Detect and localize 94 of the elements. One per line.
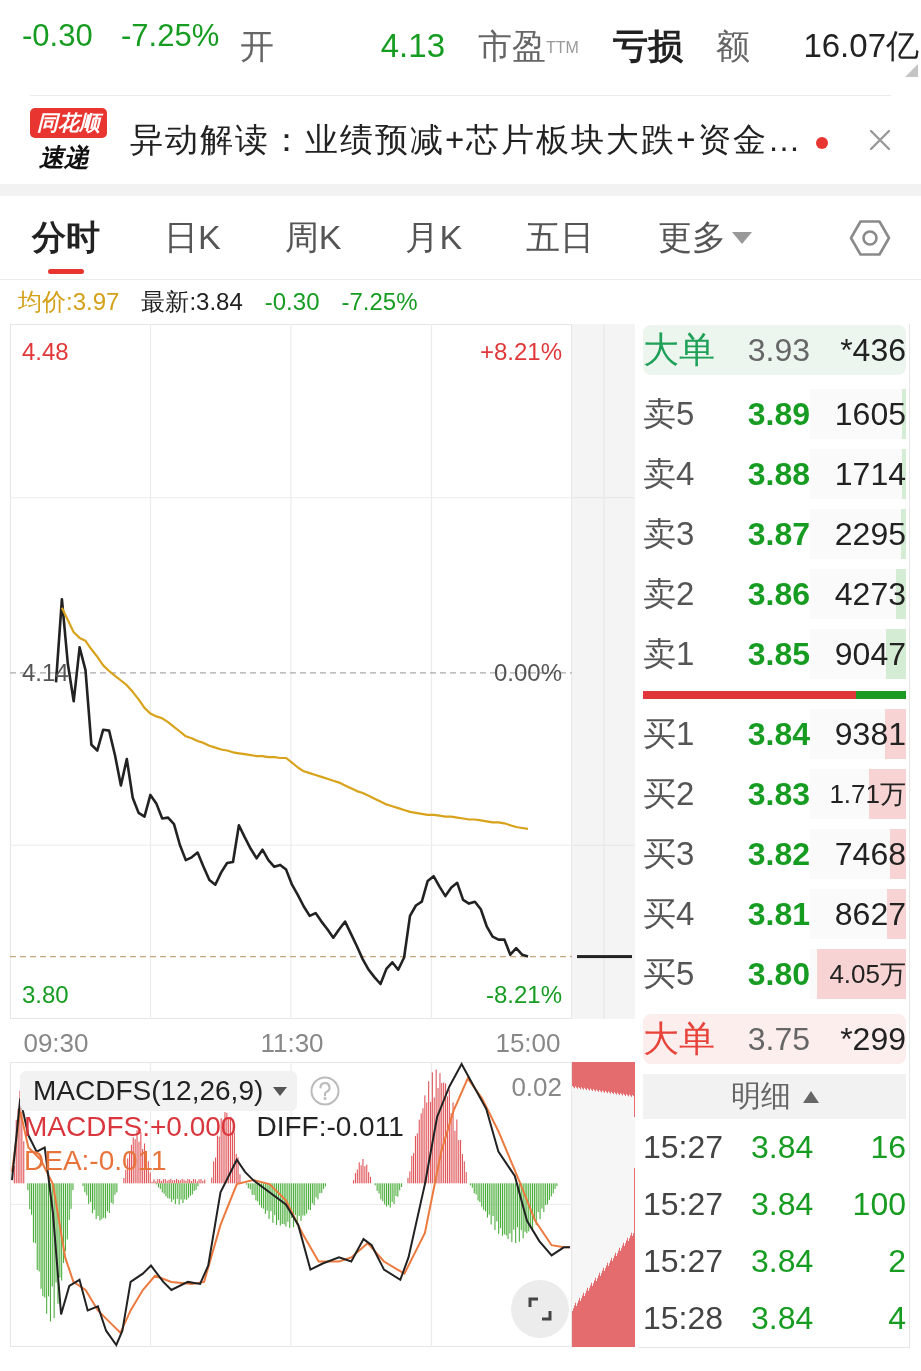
order-label: 大单: [643, 1016, 716, 1061]
trade-volume: 16: [870, 1129, 906, 1166]
order-label: 卖1: [643, 633, 696, 674]
order-price: 3.86: [747, 575, 810, 613]
logo-text: 速递: [39, 141, 89, 173]
logo-tag: 同花顺: [30, 107, 107, 138]
order-label: 卖3: [643, 513, 696, 554]
price-change: -0.30: [264, 288, 320, 316]
price-label: 3.80: [22, 980, 69, 1008]
trade-price: 3.84: [751, 1129, 815, 1166]
help-icon[interactable]: [310, 1076, 341, 1106]
trade-price: 3.84: [751, 1243, 815, 1280]
trade-price: 3.84: [751, 1300, 815, 1337]
trade-volume: 4: [888, 1300, 906, 1337]
indicator-value: DIFF:-0.011: [256, 1110, 404, 1144]
order-label: 卖4: [643, 453, 696, 494]
order-volume: 9381: [834, 715, 906, 753]
order-price: 3.88: [747, 455, 810, 493]
order-volume: 4.05万: [829, 957, 906, 991]
percent-change: -7.25%: [121, 18, 220, 53]
tab[interactable]: 日K: [164, 196, 221, 279]
order-price: 3.81: [747, 895, 810, 933]
order-volume: 4273: [834, 575, 906, 613]
order-volume: 9047: [834, 635, 906, 673]
order-price: 3.84: [747, 715, 810, 753]
order-volume: 1.71万: [829, 777, 906, 811]
field-value: 亏损: [613, 26, 683, 66]
tab[interactable]: 更多: [658, 196, 753, 279]
price-change: -0.30: [22, 18, 93, 53]
tab[interactable]: 月K: [405, 196, 463, 279]
order-label: 卖2: [643, 573, 696, 614]
trade-time: 15:27: [643, 1186, 725, 1223]
expand-icon[interactable]: [511, 1280, 569, 1338]
order-price: 3.83: [747, 775, 810, 813]
negative-histogram-bars: [82, 1183, 118, 1221]
scale-label: 0.02: [511, 1072, 562, 1103]
order-label: 卖5: [643, 393, 696, 434]
trade-time: 15:27: [643, 1243, 725, 1280]
field-label: 额: [716, 26, 750, 66]
order-price: 3.75: [747, 1020, 810, 1058]
latest-price: 最新:3.84: [141, 287, 243, 317]
tab[interactable]: 分时: [32, 196, 100, 279]
order-label: 买4: [643, 893, 696, 934]
field-value: 4.13: [380, 26, 445, 66]
trade-time: 15:28: [643, 1300, 725, 1337]
indicator-dropdown[interactable]: MACDFS(12,26,9): [20, 1071, 298, 1111]
time-label: 09:30: [23, 1028, 89, 1058]
field-value: 16.07亿: [803, 26, 919, 66]
order-label: 大单: [643, 327, 716, 372]
percent-label: +8.21%: [479, 337, 562, 365]
caret-icon: [732, 231, 753, 244]
order-price: 3.87: [747, 515, 810, 553]
percent-change: -7.25%: [341, 288, 418, 316]
details-toggle[interactable]: 明细: [643, 1074, 906, 1119]
trade-volume: 2: [888, 1243, 906, 1280]
order-label: 买2: [643, 773, 696, 814]
time-label: 11:30: [260, 1028, 324, 1058]
corner-triangle-icon: [905, 64, 918, 77]
trade-volume: 100: [852, 1186, 906, 1223]
price-label: 4.48: [22, 337, 69, 365]
order-price: 3.82: [747, 835, 810, 873]
field-label: 市盈$^{TTM}$: [478, 26, 579, 66]
order-price: 3.89: [747, 395, 810, 433]
trade-time: 15:27: [643, 1129, 725, 1166]
close-icon[interactable]: [869, 129, 891, 151]
negative-histogram-bars: [374, 1183, 403, 1208]
order-label: 买3: [643, 833, 696, 874]
price-marker: [577, 955, 632, 959]
tab[interactable]: 五日: [526, 196, 595, 279]
order-volume: *299: [840, 1020, 906, 1058]
news-headline[interactable]: 异动解读：业绩预减+芯片板块大跌+资金…: [130, 120, 803, 160]
order-volume: *436: [840, 331, 906, 369]
field-label: 开: [240, 26, 274, 66]
order-price: 3.93: [747, 331, 810, 369]
order-price: 3.85: [747, 635, 810, 673]
negative-histogram-bars: [156, 1183, 199, 1205]
order-volume: 2295: [834, 515, 906, 553]
order-volume: 1605: [834, 395, 906, 433]
order-label: 买1: [643, 713, 696, 754]
positive-histogram-bars: [353, 1159, 372, 1184]
order-price: 3.80: [747, 955, 810, 993]
order-volume: 8627: [834, 895, 906, 933]
average-price: 均价:3.97: [18, 287, 120, 317]
trade-price: 3.84: [751, 1186, 815, 1223]
order-volume: 7468: [834, 835, 906, 873]
tab[interactable]: 周K: [284, 196, 342, 279]
percent-label: -8.21%: [485, 980, 562, 1008]
upper-volume-bars: [572, 1062, 635, 1117]
time-label: 15:00: [495, 1028, 561, 1058]
caret-icon: [273, 1086, 288, 1096]
order-volume: 1714: [834, 455, 906, 493]
order-label: 买5: [643, 953, 696, 994]
caret-icon: [802, 1090, 819, 1103]
percent-label: 0.00%: [493, 659, 562, 687]
